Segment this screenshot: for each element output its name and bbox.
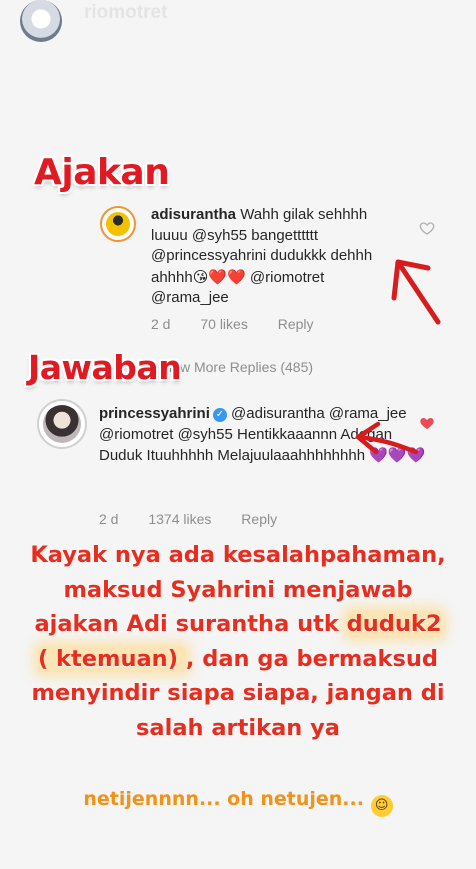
caption-line-5: menyindir siapa siapa, jangan di: [31, 680, 445, 706]
caption-highlight-duduk2: duduk2: [346, 611, 442, 637]
caption-line-4: ( ktemuan) , dan ga bermaksud: [0, 642, 476, 677]
caption-line-2: maksud Syahrini menjawab: [63, 576, 413, 603]
caption-line-1: Kayak nya ada kesalahpahaman,: [30, 542, 446, 568]
arrow-1-icon: [391, 259, 441, 325]
caption-line-3a: ajakan Adi surantha utk: [34, 611, 347, 637]
caption-highlight-ktemuan: ( ktemuan): [37, 645, 186, 672]
footer-text: netijennnn... oh netujen...: [83, 788, 364, 810]
caption-line-4b: , dan ga bermaksud: [185, 645, 439, 672]
caption-line-6: salah artikan ya: [136, 714, 340, 741]
caption-text: Kayak nya ada kesalahpahaman, maksud Sya…: [0, 538, 476, 745]
arrow-2-icon: [355, 421, 419, 455]
laughing-emoji-icon: ☺: [370, 795, 393, 817]
footer-note: netijennnn... oh netujen... ☺: [0, 788, 476, 817]
caption-line-3: ajakan Adi surantha utk duduk2: [0, 607, 476, 642]
